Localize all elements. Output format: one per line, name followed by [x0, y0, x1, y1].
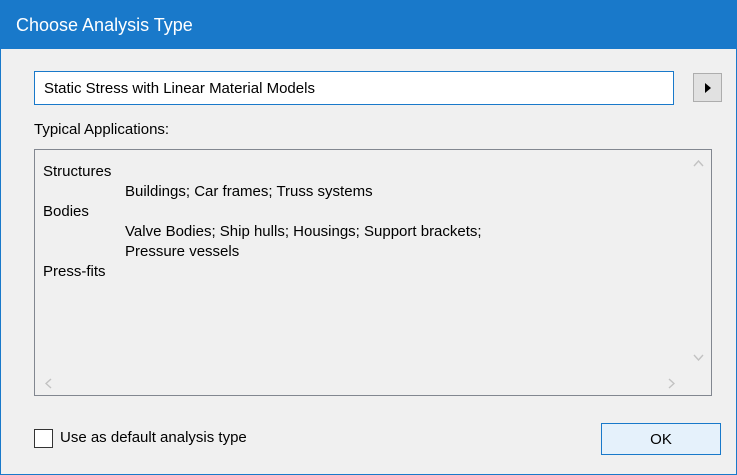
triangle-right-icon [704, 82, 712, 93]
application-line: Buildings; Car frames; Truss systems [125, 183, 373, 200]
application-line: Valve Bodies; Ship hulls; Housings; Supp… [125, 223, 482, 240]
dialog-title: Choose Analysis Type [16, 15, 193, 35]
ok-button[interactable]: OK [601, 423, 721, 455]
vertical-scrollbar[interactable] [685, 150, 711, 369]
application-line: Press-fits [43, 263, 106, 280]
scroll-up-icon[interactable] [693, 160, 704, 167]
horizontal-scrollbar[interactable] [35, 369, 685, 395]
scroll-right-icon[interactable] [668, 378, 675, 389]
application-line: Pressure vessels [125, 243, 240, 260]
default-analysis-checkbox[interactable] [34, 429, 53, 448]
default-analysis-label[interactable]: Use as default analysis type [60, 429, 247, 446]
scroll-left-icon[interactable] [45, 378, 52, 389]
analysis-type-menu-button[interactable] [693, 73, 722, 102]
typical-applications-list: Structures Buildings; Car frames; Truss s… [43, 162, 681, 365]
typical-applications-box: Structures Buildings; Car frames; Truss s… [34, 149, 712, 396]
choose-analysis-type-dialog: Choose Analysis Type Typical Application… [0, 0, 737, 475]
application-line: Bodies [43, 203, 89, 220]
typical-applications-label: Typical Applications: [34, 121, 170, 138]
title-bar[interactable]: Choose Analysis Type [1, 1, 736, 49]
analysis-type-input[interactable] [35, 72, 673, 104]
application-line: Structures [43, 163, 112, 180]
analysis-type-field[interactable] [34, 71, 674, 105]
scroll-down-icon[interactable] [693, 354, 704, 361]
